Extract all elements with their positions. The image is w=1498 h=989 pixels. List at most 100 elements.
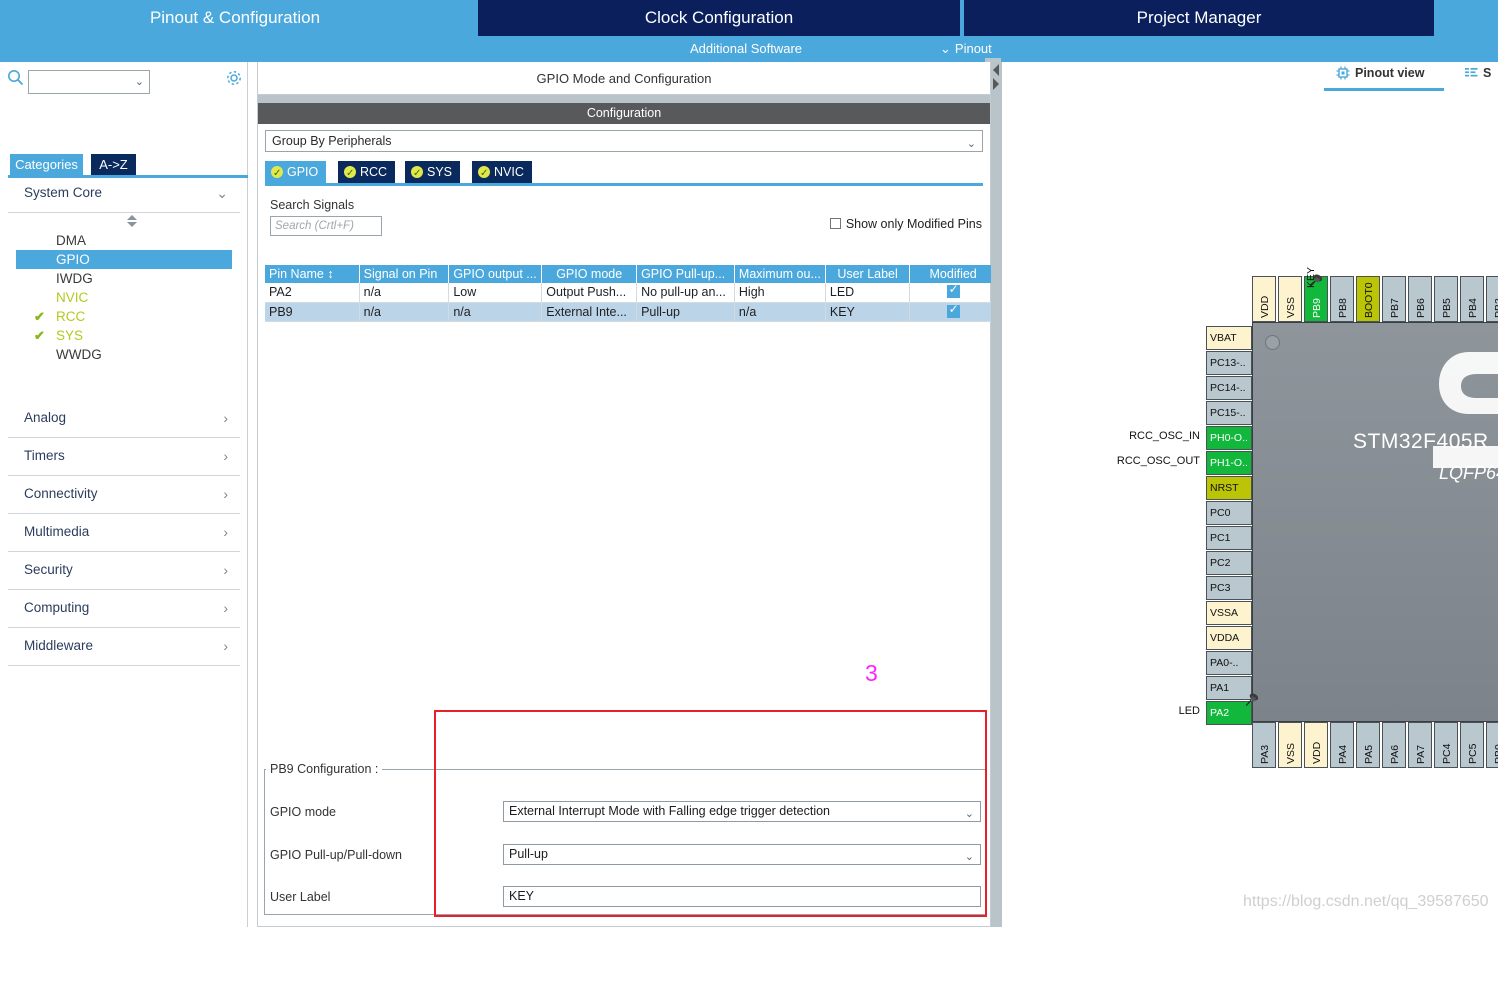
category-system-core[interactable]: System Core ⌄ [8,180,240,213]
pin-top-pb5[interactable]: PB5 [1434,276,1458,322]
pin-top-pb4[interactable]: PB4 [1460,276,1484,322]
column-maximum-output[interactable]: Maximum ou... [734,265,825,283]
pin-left-nrst[interactable]: NRST [1206,476,1252,500]
table-row[interactable]: PA2 n/a Low Output Push... No pull-up an… [265,283,997,302]
column-pin-name[interactable]: Pin Name ↕ [265,265,359,283]
column-user-label[interactable]: User Label [825,265,909,283]
pin-left-ph0[interactable]: PH0-O.. [1206,426,1252,450]
tab-rcc[interactable]: RCC [338,161,395,183]
pin-left-pc15[interactable]: PC15-.. [1206,401,1252,425]
category-security[interactable]: Security › [8,557,240,590]
search-signals-input[interactable]: Search (Crtl+F) [270,216,382,236]
category-analog[interactable]: Analog › [8,405,240,438]
tab-system-view[interactable]: S [1465,66,1491,83]
group-by-select[interactable]: Group By Peripherals ⌄ [265,130,983,152]
checkbox-checked-icon [947,305,960,318]
menu-pinout[interactable]: ⌄Pinout [940,36,992,62]
tab-label: NVIC [494,165,524,179]
pin-top-pb6[interactable]: PB6 [1408,276,1432,322]
pushpin-icon-led [1244,692,1262,710]
sidebar-item-wwdg[interactable]: WWDG [8,345,240,364]
gear-icon[interactable] [224,68,244,88]
pin-bottom-pa6[interactable]: PA6 [1382,722,1406,768]
pin-left-vbat[interactable]: VBAT [1206,326,1252,350]
tab-sys[interactable]: SYS [405,161,460,183]
expand-right-icon[interactable] [993,78,999,90]
pin-left-pc2[interactable]: PC2 [1206,551,1252,575]
tab-pinout-view[interactable]: Pinout view [1336,66,1424,83]
chevron-right-icon: › [223,524,228,540]
column-gpio-output[interactable]: GPIO output ... [449,265,542,283]
sidebar-item-nvic[interactable]: NVIC [8,288,240,307]
pin-label: VSS [1279,275,1303,321]
peripheral-list: DMA GPIO IWDG NVIC ✔ RCC ✔ SYS [8,231,240,364]
pin-label: PA5 [1357,721,1381,767]
pin-left-pc13[interactable]: PC13-.. [1206,351,1252,375]
sidebar-tab-categories[interactable]: Categories [10,154,83,175]
pin-bottom-pb0[interactable]: PB0 [1486,722,1498,768]
pin-left-vdda[interactable]: VDDA [1206,626,1252,650]
cell-max-output: High [734,283,825,302]
sidebar-item-gpio[interactable]: GPIO [16,250,232,269]
tab-pinout-configuration[interactable]: Pinout & Configuration [0,0,470,36]
tab-nvic[interactable]: NVIC [472,161,532,183]
pin-bottom-pa5[interactable]: PA5 [1356,722,1380,768]
pin-bottom-pc5[interactable]: PC5 [1460,722,1484,768]
pin-bottom-pa7[interactable]: PA7 [1408,722,1432,768]
pin-top-pb7[interactable]: PB7 [1382,276,1406,322]
pin-left-pc3[interactable]: PC3 [1206,576,1252,600]
watermark: https://blog.csdn.net/qq_39587650 [1243,893,1489,911]
pin-left-vssa[interactable]: VSSA [1206,601,1252,625]
pin-left-pc14[interactable]: PC14-.. [1206,376,1252,400]
cell-modified[interactable] [910,302,997,321]
secondary-menu-bar: Additional Software ⌄Pinout [0,36,1498,62]
show-modified-pins-checkbox[interactable]: Show only Modified Pins [830,217,982,231]
tab-clock-configuration[interactable]: Clock Configuration [478,0,960,36]
sidebar-item-dma[interactable]: DMA [8,231,240,250]
tab-project-manager[interactable]: Project Manager [964,0,1434,36]
pin-bottom-pa3[interactable]: PA3 [1252,722,1276,768]
category-computing[interactable]: Computing › [8,595,240,628]
tab-gpio[interactable]: GPIO [265,161,326,183]
menu-additional-software[interactable]: Additional Software [690,36,802,62]
pin-bottom-pc4[interactable]: PC4 [1434,722,1458,768]
pin-left-pc1[interactable]: PC1 [1206,526,1252,550]
category-timers[interactable]: Timers › [8,443,240,476]
pin-bottom-pa4[interactable]: PA4 [1330,722,1354,768]
pin-bottom-vdd[interactable]: VDD [1304,722,1328,768]
column-modified[interactable]: Modified [910,265,997,283]
pin-left-ph1[interactable]: PH1-O.. [1206,451,1252,475]
category-middleware[interactable]: Middleware › [8,633,240,666]
pin-label: PB0 [1487,721,1498,767]
main-tab-bar: Pinout & Configuration Clock Configurati… [0,0,1498,36]
sidebar-search-input[interactable]: ⌄ [28,70,150,94]
peripheral-scroll-handle[interactable] [8,213,240,231]
pin-top-pb3[interactable]: PB3 [1486,276,1498,322]
pin-left-pa0[interactable]: PA0-.. [1206,651,1252,675]
pin-top-vdd[interactable]: VDD [1252,276,1276,322]
configuration-header: Configuration [258,103,990,124]
show-modified-pins-label: Show only Modified Pins [846,217,982,231]
column-gpio-mode[interactable]: GPIO mode [542,265,637,283]
pin-label: PB5 [1435,275,1459,321]
table-row[interactable]: PB9 n/a n/a External Inte... Pull-up n/a… [265,302,997,321]
column-signal-on-pin[interactable]: Signal on Pin [359,265,449,283]
pin-top-vss[interactable]: VSS [1278,276,1302,322]
pin-bottom-vss[interactable]: VSS [1278,722,1302,768]
category-multimedia[interactable]: Multimedia › [8,519,240,552]
sidebar-item-iwdg[interactable]: IWDG [8,269,240,288]
vertical-splitter[interactable] [991,62,1002,927]
pin-top-boot0[interactable]: BOOT0 [1356,276,1380,322]
pin-top-pb8[interactable]: PB8 [1330,276,1354,322]
column-gpio-pullup[interactable]: GPIO Pull-up... [637,265,735,283]
collapse-left-icon[interactable] [993,64,999,76]
sidebar-item-sys[interactable]: ✔ SYS [8,326,240,345]
chip-diagram[interactable]: STM32F405R LQFP64 VDD VSS PB9 PB8 BOOT0 … [1002,100,1498,890]
category-connectivity[interactable]: Connectivity › [8,481,240,514]
sidebar-tab-a-z[interactable]: A->Z [91,154,136,175]
cell-pullup: Pull-up [637,302,735,321]
sidebar-item-rcc[interactable]: ✔ RCC [8,307,240,326]
pin-left-pc0[interactable]: PC0 [1206,501,1252,525]
cell-modified[interactable] [910,283,997,302]
group-by-value: Group By Peripherals [272,134,392,148]
